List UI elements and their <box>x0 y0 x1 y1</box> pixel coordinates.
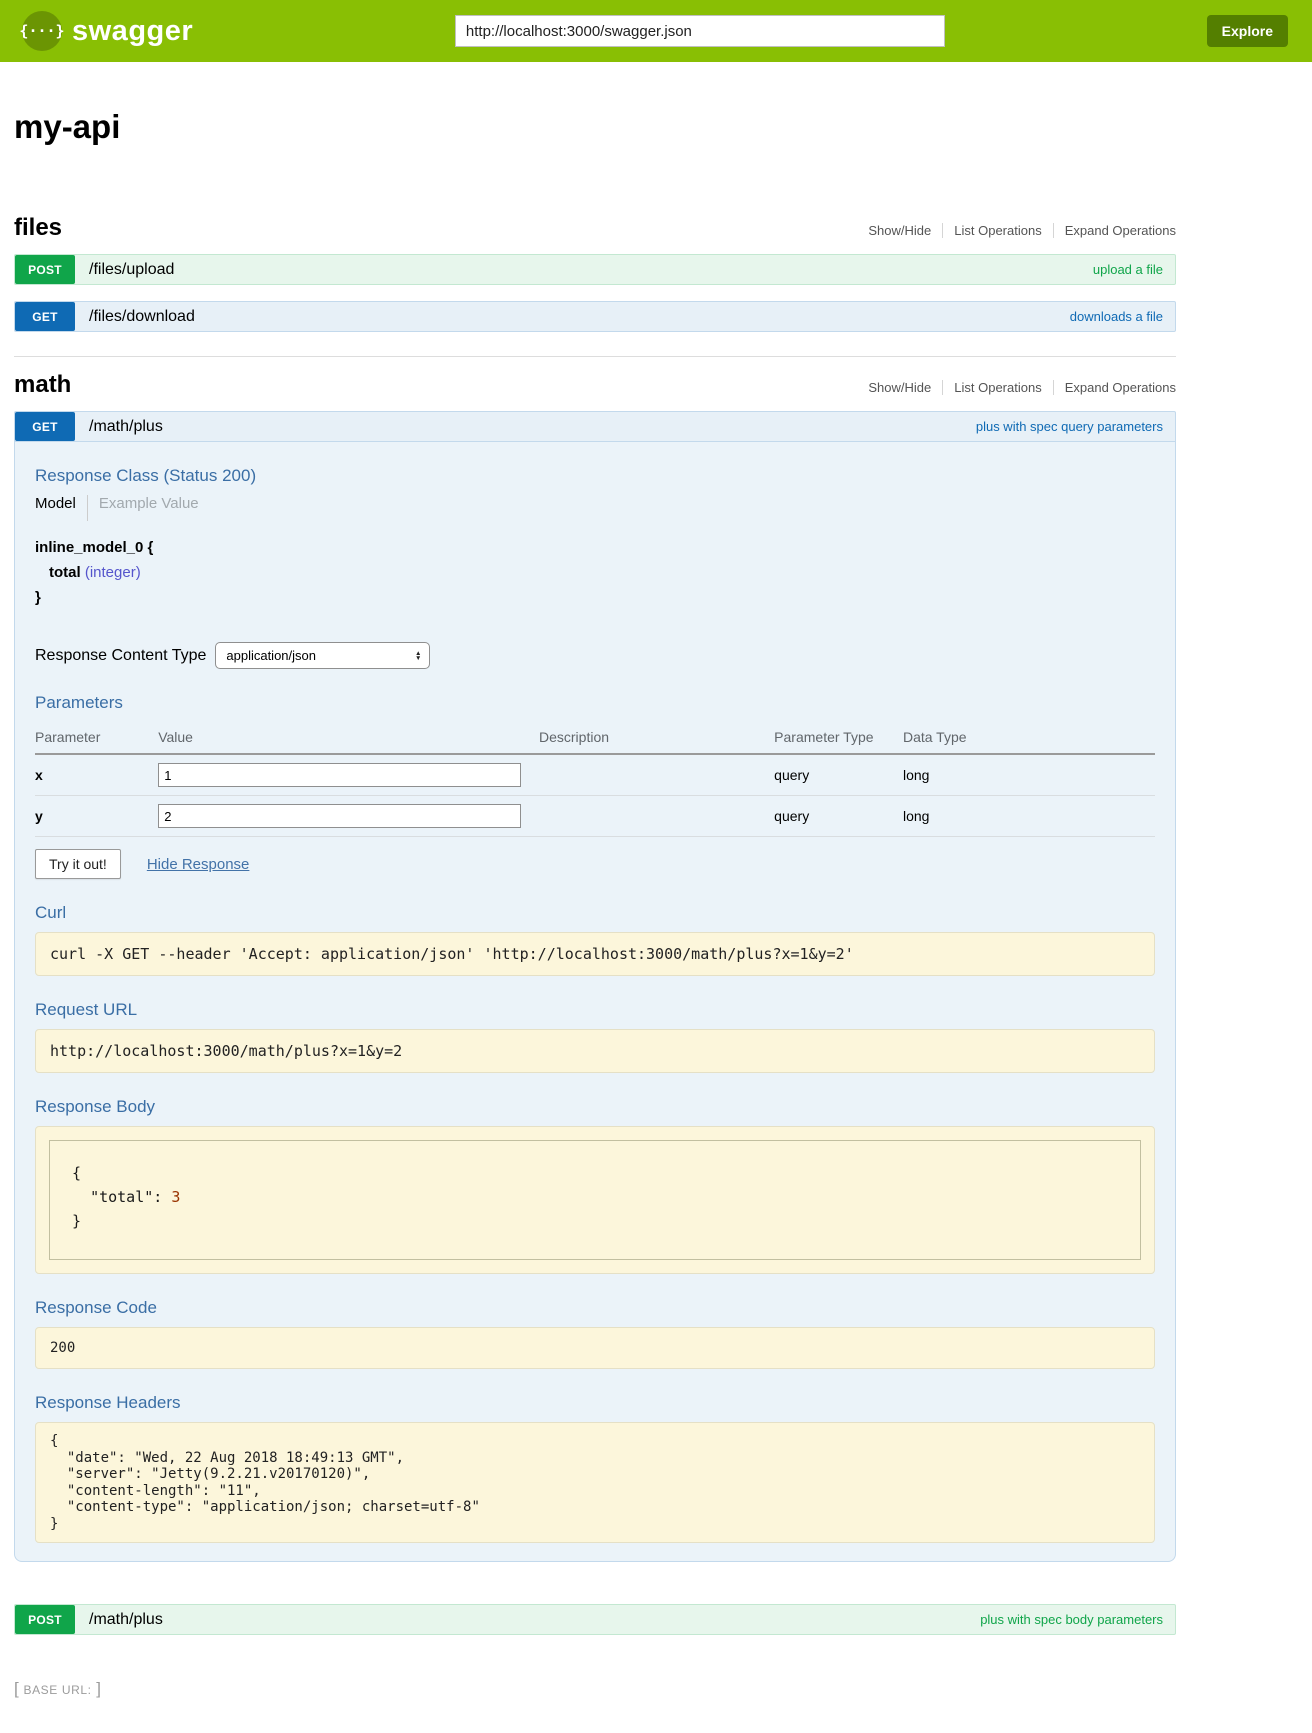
swagger-url-input[interactable] <box>455 15 945 47</box>
column-header-data-type: Data Type <box>903 722 1155 754</box>
section-title-files: files <box>14 214 62 242</box>
endpoint-row-files-upload[interactable]: POST /files/upload upload a file <box>14 254 1176 285</box>
column-header-parameter: Parameter <box>35 722 158 754</box>
method-badge-get[interactable]: GET <box>15 302 75 331</box>
method-badge-post[interactable]: POST <box>15 255 75 284</box>
parameter-type: query <box>774 754 903 796</box>
model-prop-name: total <box>49 564 81 581</box>
json-number: 3 <box>171 1188 180 1206</box>
parameter-name: y <box>35 796 158 837</box>
request-url-value: http://localhost:3000/math/plus?x=1&y=2 <box>35 1029 1155 1073</box>
bracket-open: [ <box>14 1679 19 1698</box>
parameter-data-type: long <box>903 796 1155 837</box>
response-body-heading: Response Body <box>35 1097 1155 1117</box>
tab-model[interactable]: Model <box>35 495 87 512</box>
curl-heading: Curl <box>35 903 1155 923</box>
show-hide-link[interactable]: Show/Hide <box>857 380 942 395</box>
swagger-logo-icon: {···} <box>22 11 62 51</box>
model-close-line: } <box>35 585 1155 610</box>
method-badge-get[interactable]: GET <box>15 412 75 441</box>
response-content-type-value: application/json <box>226 648 316 663</box>
response-body-block: { "total": 3 } <box>35 1126 1155 1274</box>
model-tabs: Model Example Value <box>35 495 1155 521</box>
expand-operations-link[interactable]: Expand Operations <box>1053 223 1176 238</box>
request-url-heading: Request URL <box>35 1000 1155 1020</box>
header-bar: {···} swagger Explore <box>0 0 1312 62</box>
list-operations-link[interactable]: List Operations <box>942 380 1052 395</box>
column-header-value: Value <box>158 722 539 754</box>
endpoint-path[interactable]: /math/plus <box>75 1605 163 1634</box>
parameter-description <box>539 754 774 796</box>
bracket-close: ] <box>96 1679 101 1698</box>
parameter-data-type: long <box>903 754 1155 796</box>
endpoint-path[interactable]: /files/upload <box>75 255 174 284</box>
section-title-math: math <box>14 371 71 399</box>
section-files: files Show/Hide List Operations Expand O… <box>14 202 1176 332</box>
model-open-line: inline_model_0 { <box>35 535 1155 560</box>
show-hide-link[interactable]: Show/Hide <box>857 223 942 238</box>
parameter-type: query <box>774 796 903 837</box>
endpoint-summary-link[interactable]: plus with spec body parameters <box>980 1605 1175 1634</box>
response-class-heading: Response Class (Status 200) <box>35 466 1155 486</box>
parameter-name: x <box>35 754 158 796</box>
section-controls-math: Show/Hide List Operations Expand Operati… <box>857 380 1176 395</box>
endpoint-summary-link[interactable]: plus with spec query parameters <box>976 412 1175 441</box>
endpoint-summary-link[interactable]: upload a file <box>1093 255 1175 284</box>
parameter-value-input-y[interactable] <box>158 804 521 828</box>
endpoint-path[interactable]: /files/download <box>75 302 195 331</box>
tab-example-value[interactable]: Example Value <box>87 495 199 521</box>
response-content-type-label: Response Content Type <box>35 647 206 665</box>
parameter-row-y: y query long <box>35 796 1155 837</box>
column-header-description: Description <box>539 722 774 754</box>
explore-button[interactable]: Explore <box>1207 15 1288 47</box>
operation-panel: Response Class (Status 200) Model Exampl… <box>14 442 1176 1562</box>
try-it-out-button[interactable]: Try it out! <box>35 849 121 879</box>
swagger-logo[interactable]: {···} swagger <box>22 11 193 51</box>
page-container: my-api files Show/Hide List Operations E… <box>14 108 1176 1699</box>
endpoint-path[interactable]: /math/plus <box>75 412 163 441</box>
select-arrows-icon: ▲▼ <box>415 651 421 661</box>
section-controls-files: Show/Hide List Operations Expand Operati… <box>857 223 1176 238</box>
response-body-json: { "total": 3 } <box>49 1140 1141 1260</box>
base-url-footer: [ BASE URL: ] <box>14 1679 1176 1699</box>
column-header-parameter-type: Parameter Type <box>774 722 903 754</box>
model-prop-type: (integer) <box>85 564 141 581</box>
response-code-heading: Response Code <box>35 1298 1155 1318</box>
endpoint-row-files-download[interactable]: GET /files/download downloads a file <box>14 301 1176 332</box>
hide-response-link[interactable]: Hide Response <box>147 856 250 873</box>
parameters-table: Parameter Value Description Parameter Ty… <box>35 722 1155 837</box>
endpoint-summary-link[interactable]: downloads a file <box>1070 302 1175 331</box>
model-signature: inline_model_0 { total (integer) } <box>35 535 1155 610</box>
parameter-description <box>539 796 774 837</box>
parameters-heading: Parameters <box>35 693 1155 713</box>
page-title: my-api <box>14 108 1176 146</box>
parameter-row-x: x query long <box>35 754 1155 796</box>
parameter-value-input-x[interactable] <box>158 763 521 787</box>
expand-operations-link[interactable]: Expand Operations <box>1053 380 1176 395</box>
list-operations-link[interactable]: List Operations <box>942 223 1052 238</box>
base-url-label: BASE URL: <box>23 1683 91 1697</box>
response-code-value: 200 <box>35 1327 1155 1369</box>
swagger-logo-text: swagger <box>72 15 193 48</box>
curl-command: curl -X GET --header 'Accept: applicatio… <box>35 932 1155 976</box>
method-badge-post[interactable]: POST <box>15 1605 75 1634</box>
endpoint-row-math-plus-post[interactable]: POST /math/plus plus with spec body para… <box>14 1604 1176 1635</box>
response-headers-heading: Response Headers <box>35 1393 1155 1413</box>
section-math: math Show/Hide List Operations Expand Op… <box>14 359 1176 1635</box>
endpoint-row-math-plus-get[interactable]: GET /math/plus plus with spec query para… <box>14 411 1176 442</box>
response-content-type-select[interactable]: application/json ▲▼ <box>215 642 430 669</box>
response-headers-json: { "date": "Wed, 22 Aug 2018 18:49:13 GMT… <box>35 1422 1155 1543</box>
